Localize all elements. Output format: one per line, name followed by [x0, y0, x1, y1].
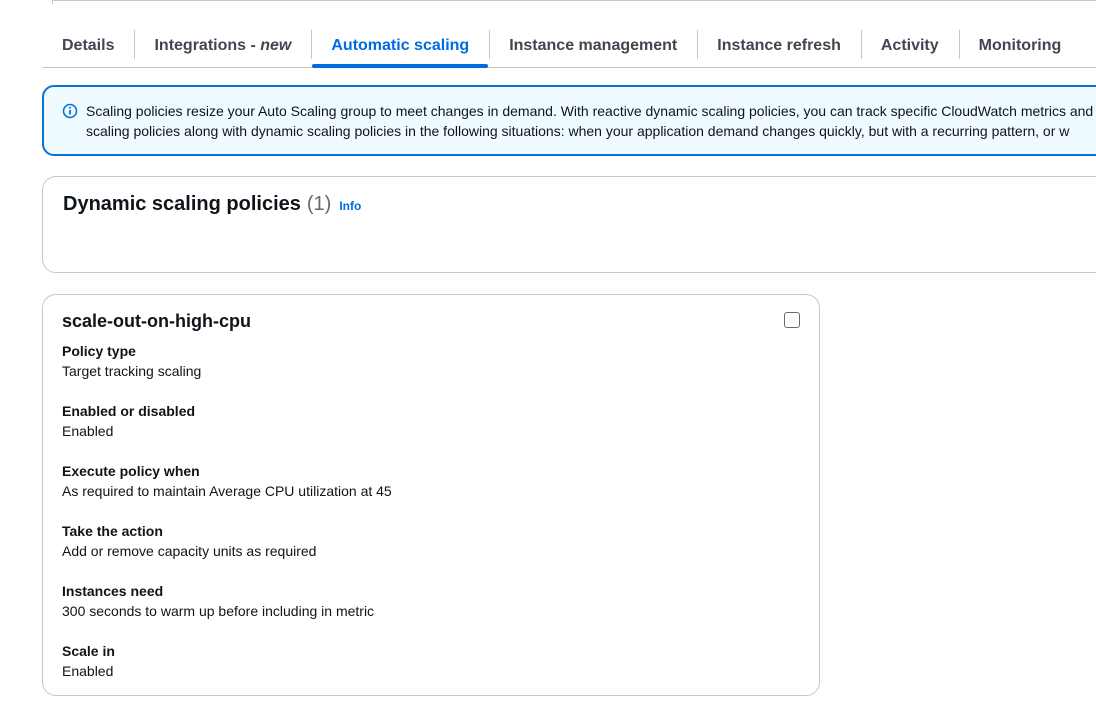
new-badge: new	[260, 36, 292, 54]
field-policy-type: Policy type Target tracking scaling	[62, 341, 392, 401]
tab-automatic-scaling-label: Automatic scaling	[331, 36, 470, 54]
field-value: As required to maintain Average CPU util…	[62, 483, 392, 499]
tab-automatic-scaling[interactable]: Automatic scaling	[311, 24, 489, 68]
policy-select-checkbox[interactable]	[784, 312, 800, 328]
field-label: Enabled or disabled	[62, 403, 196, 419]
tab-details-label: Details	[62, 36, 115, 54]
field-instances-need: Instances need 300 seconds to warm up be…	[62, 581, 392, 641]
field-value: Enabled	[62, 423, 114, 439]
field-value: Target tracking scaling	[62, 363, 202, 379]
info-link[interactable]: Info	[339, 199, 361, 213]
field-execute-when: Execute policy when As required to maint…	[62, 461, 392, 521]
field-enabled: Enabled or disabled Enabled	[62, 401, 392, 461]
field-label: Execute policy when	[62, 463, 200, 479]
alert-line-1: Scaling policies resize your Auto Scalin…	[86, 103, 1094, 119]
tab-integrations-label: Integrations -	[154, 36, 261, 54]
tab-instance-refresh[interactable]: Instance refresh	[697, 24, 861, 67]
policies-title: Dynamic scaling policies	[63, 193, 301, 215]
tab-activity[interactable]: Activity	[860, 24, 959, 67]
tab-instance-management[interactable]: Instance management	[489, 24, 697, 67]
tab-details[interactable]: Details	[42, 24, 134, 67]
field-label: Policy type	[62, 343, 136, 359]
tab-monitoring-label: Monitoring	[978, 36, 1062, 54]
tab-monitoring[interactable]: Monitoring	[958, 24, 1082, 67]
field-scale-in: Scale in Enabled	[62, 641, 392, 701]
tab-instance-management-label: Instance management	[509, 36, 678, 54]
alert-line-2: scaling policies along with dynamic scal…	[86, 123, 1070, 139]
info-circle-icon	[62, 103, 78, 119]
field-take-action: Take the action Add or remove capacity u…	[62, 521, 392, 581]
policies-header: Dynamic scaling policies (1) Info	[63, 193, 361, 216]
info-alert: Scaling policies resize your Auto Scalin…	[42, 85, 1096, 156]
policy-card: scale-out-on-high-cpu Policy type Target…	[42, 294, 820, 696]
tab-instance-refresh-label: Instance refresh	[717, 36, 841, 54]
tab-integrations[interactable]: Integrations - new	[134, 24, 311, 67]
field-value: Add or remove capacity units as required	[62, 543, 317, 559]
field-label: Instances need	[62, 583, 164, 599]
tab-bar: Details Integrations - new Automatic sca…	[42, 24, 1096, 68]
policies-count: (1)	[306, 193, 332, 215]
panel-top-border-corner	[52, 0, 53, 4]
tab-activity-label: Activity	[880, 36, 939, 54]
policy-fields: Policy type Target tracking scaling Enab…	[62, 341, 392, 701]
field-value: Enabled	[62, 663, 114, 679]
field-value: 300 seconds to warm up before including …	[62, 603, 375, 619]
field-label: Scale in	[62, 643, 115, 659]
panel-top-border	[52, 0, 1096, 1]
policy-name: scale-out-on-high-cpu	[62, 311, 251, 331]
field-label: Take the action	[62, 523, 163, 539]
dynamic-scaling-policies-container: Dynamic scaling policies (1) Info	[42, 176, 1096, 273]
